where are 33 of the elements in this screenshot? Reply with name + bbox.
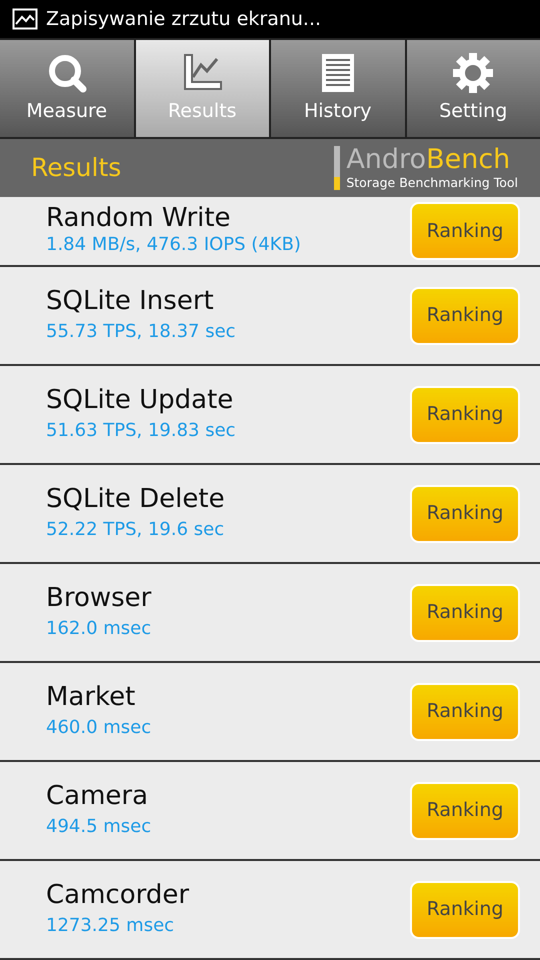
result-value: 1.84 MB/s, 476.3 IOPS (4KB) xyxy=(46,232,301,256)
result-value: 460.0 msec xyxy=(46,716,152,740)
result-name: SQLite Insert xyxy=(46,286,215,318)
page-title: Results xyxy=(31,152,122,184)
logo-name: AndroBench xyxy=(346,146,512,175)
result-name: Random Write xyxy=(46,204,232,230)
result-name: SQLite Delete xyxy=(46,484,225,516)
ranking-button[interactable]: Ranking xyxy=(410,584,520,642)
result-name: SQLite Update xyxy=(46,385,234,417)
result-name: Browser xyxy=(46,583,152,615)
result-name: Camcorder xyxy=(46,880,190,912)
tab[interactable]: Measure xyxy=(0,40,134,137)
picture-icon xyxy=(12,8,38,30)
result-value: 52.22 TPS, 19.6 sec xyxy=(46,518,225,542)
ranking-button[interactable]: Ranking xyxy=(410,782,520,840)
ranking-button[interactable]: Ranking xyxy=(410,386,520,444)
notification-text: Zapisywanie zrzutu ekranu... xyxy=(46,6,322,32)
result-name: Camera xyxy=(46,781,150,813)
ranking-button[interactable]: Ranking xyxy=(410,286,520,344)
tab[interactable]: Setting xyxy=(406,40,540,137)
tab[interactable]: History xyxy=(271,40,404,137)
ranking-button[interactable]: Ranking xyxy=(410,202,520,260)
logo-bar-icon xyxy=(334,146,340,190)
result-value: 162.0 msec xyxy=(46,616,152,641)
result-value: 494.5 msec xyxy=(46,814,152,839)
result-value: 1273.25 msec xyxy=(46,914,176,938)
result-value: 55.73 TPS, 18.37 sec xyxy=(46,320,236,344)
ranking-button[interactable]: Ranking xyxy=(410,880,520,938)
result-value: 51.63 TPS, 19.83 sec xyxy=(46,418,236,443)
ranking-button[interactable]: Ranking xyxy=(410,682,520,740)
result-name: Market xyxy=(46,682,136,714)
logo-tagline: Storage Benchmarking Tool xyxy=(346,175,518,190)
ranking-button[interactable]: Ranking xyxy=(410,484,520,542)
